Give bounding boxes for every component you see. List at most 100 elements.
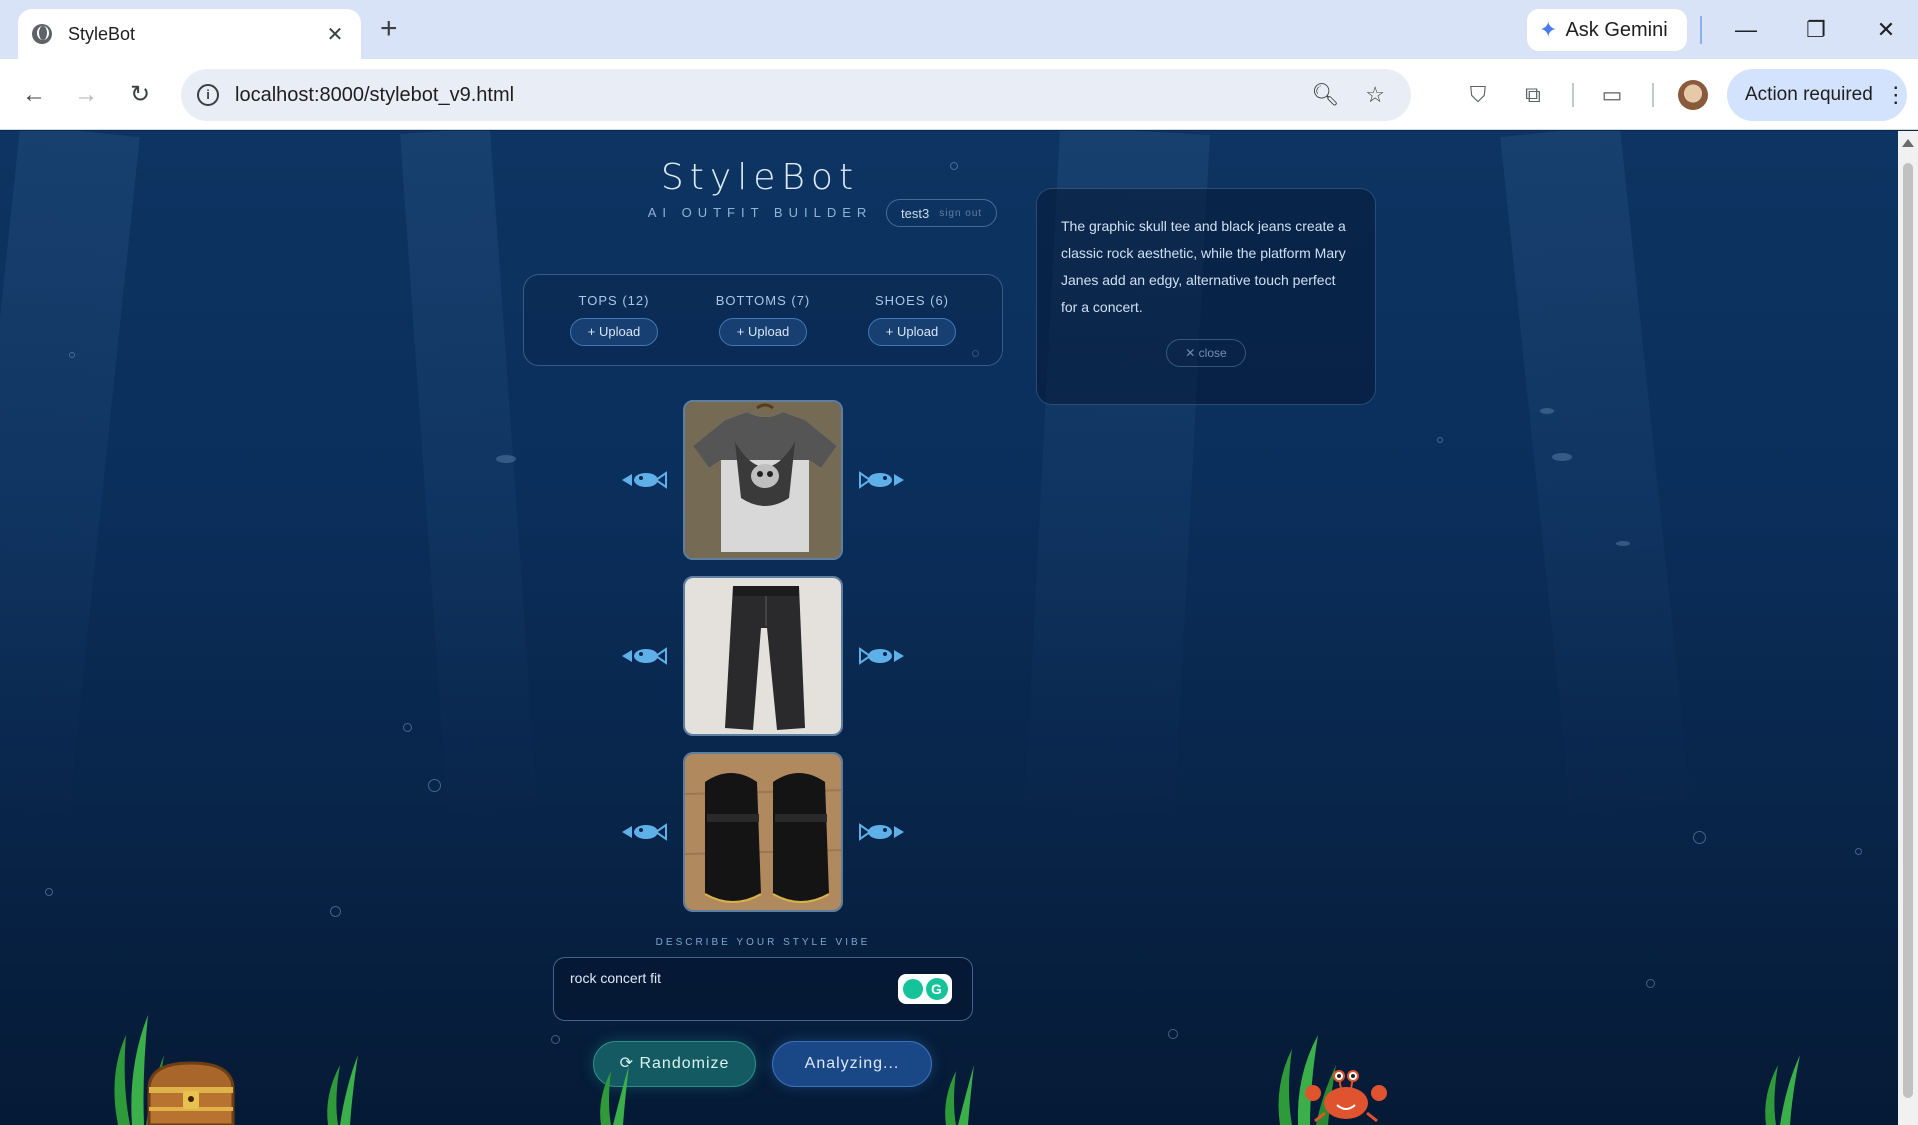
- user-pill: test3 sign out: [886, 199, 998, 227]
- page-scrollbar[interactable]: [1898, 131, 1918, 1125]
- bubble: [551, 1035, 560, 1044]
- category-shoes: SHOES (6) + Upload: [857, 293, 967, 346]
- minimize-icon[interactable]: —: [1726, 12, 1766, 48]
- graphic-tee-photo: [685, 402, 841, 558]
- address-bar[interactable]: i localhost:8000/stylebot_v9.html 🔍︎ ☆: [181, 69, 1411, 121]
- seaweed-decoration: [600, 1065, 629, 1125]
- reload-icon[interactable]: ↻: [124, 79, 156, 111]
- scroll-up-icon[interactable]: [1902, 139, 1914, 147]
- style-vibe-input[interactable]: rock concert fit G: [553, 957, 973, 1021]
- background-fish: [496, 455, 516, 463]
- upload-tops-button[interactable]: + Upload: [570, 318, 658, 346]
- category-label: TOPS (12): [578, 293, 650, 308]
- treasure-chest-decoration: [147, 1061, 235, 1125]
- action-required-button[interactable]: Action required ⋮: [1727, 69, 1907, 121]
- prev-bottom-button[interactable]: [622, 645, 668, 667]
- next-bottom-button[interactable]: [858, 645, 904, 667]
- browser-toolbar: ← → ↻ i localhost:8000/stylebot_v9.html …: [0, 59, 1918, 130]
- fish-right-arrow-icon: [859, 823, 904, 841]
- top-item-image[interactable]: [683, 400, 843, 560]
- bubble: [428, 779, 441, 792]
- gemini-sparkle-icon: ✦: [1539, 17, 1558, 42]
- bubble: [1646, 979, 1655, 988]
- extensions-puzzle-icon[interactable]: ⧉: [1517, 79, 1549, 111]
- scrollbar-thumb[interactable]: [1903, 163, 1913, 1098]
- next-shoes-button[interactable]: [858, 821, 904, 843]
- fish-right-arrow-icon: [859, 471, 904, 489]
- forward-icon[interactable]: →: [70, 79, 102, 111]
- tab-title: StyleBot: [68, 23, 136, 44]
- action-required-label: Action required: [1745, 84, 1873, 105]
- style-vibe-label: DESCRIBE YOUR STYLE VIBE: [655, 937, 871, 948]
- url-path: :8000/stylebot_v9.html: [313, 83, 515, 106]
- ask-gemini-button[interactable]: ✦ Ask Gemini: [1527, 9, 1687, 51]
- back-icon[interactable]: ←: [18, 79, 50, 111]
- cast-search-icon[interactable]: ▭: [1596, 79, 1628, 111]
- prev-top-button[interactable]: [622, 469, 668, 491]
- sign-out-link[interactable]: sign out: [939, 208, 982, 219]
- brand-header: StyleBot AI OUTFIT BUILDER: [640, 157, 880, 221]
- light-ray: [0, 131, 140, 834]
- bubble: [1168, 1029, 1178, 1039]
- more-menu-icon[interactable]: ⋮: [1885, 82, 1907, 108]
- background-fish: [1540, 408, 1554, 414]
- seaweed-decoration: [1765, 1055, 1800, 1125]
- category-panel: TOPS (12) + Upload BOTTOMS (7) + Upload …: [523, 274, 1003, 366]
- bubble: [403, 723, 412, 732]
- bookmark-star-icon[interactable]: ☆: [1365, 82, 1385, 108]
- upload-bottoms-button[interactable]: + Upload: [719, 318, 807, 346]
- close-window-icon[interactable]: ✕: [1866, 12, 1906, 48]
- restore-icon[interactable]: ❐: [1796, 12, 1836, 48]
- category-label: SHOES (6): [874, 293, 949, 308]
- tab-close-button[interactable]: ✕: [323, 22, 347, 47]
- username: test3: [901, 205, 930, 221]
- seaweed-decoration: [945, 1065, 974, 1125]
- fish-left-arrow-icon: [622, 823, 667, 841]
- bubble: [69, 352, 75, 358]
- toolbar-divider: [1652, 83, 1654, 107]
- black-jeans-photo: [685, 578, 841, 734]
- fish-left-arrow-icon: [622, 471, 667, 489]
- profile-avatar[interactable]: [1678, 80, 1708, 110]
- seaweed-decoration: [327, 1055, 358, 1125]
- category-tops: TOPS (12) + Upload: [559, 293, 669, 346]
- upload-shoes-button[interactable]: + Upload: [868, 318, 956, 346]
- url-text[interactable]: localhost:8000/stylebot_v9.html: [235, 84, 1311, 107]
- browser-tab[interactable]: StyleBot ✕: [18, 9, 361, 59]
- tabstrip-divider: [1700, 16, 1702, 44]
- light-ray: [400, 131, 539, 833]
- globe-icon: [32, 24, 52, 44]
- next-top-button[interactable]: [858, 469, 904, 491]
- category-bottoms: BOTTOMS (7) + Upload: [708, 293, 818, 346]
- url-host: localhost: [235, 83, 314, 106]
- bubble: [1437, 437, 1443, 443]
- app-subtitle: AI OUTFIT BUILDER: [647, 205, 873, 220]
- close-explanation-button[interactable]: ✕ close: [1166, 339, 1246, 367]
- shoes-item-image[interactable]: [683, 752, 843, 912]
- background-fish: [1552, 453, 1572, 461]
- background-fish: [1616, 541, 1630, 546]
- site-info-icon[interactable]: i: [197, 84, 219, 106]
- category-label: BOTTOMS (7): [715, 293, 811, 308]
- light-ray: [1500, 131, 1693, 834]
- ask-gemini-label: Ask Gemini: [1565, 18, 1668, 41]
- bubble: [950, 162, 958, 170]
- bottom-item-image[interactable]: [683, 576, 843, 736]
- new-tab-button[interactable]: +: [380, 14, 398, 44]
- bubble: [45, 888, 53, 896]
- shield-extension-icon[interactable]: ⛉: [1462, 79, 1494, 111]
- bubble: [330, 906, 341, 917]
- grammarly-bulb-icon: [902, 979, 923, 999]
- analyze-button[interactable]: Analyzing...: [772, 1041, 932, 1087]
- fish-right-arrow-icon: [859, 647, 904, 665]
- bubble: [1693, 831, 1706, 844]
- grammarly-widget[interactable]: G: [898, 974, 952, 1004]
- zoom-icon[interactable]: 🔍︎: [1311, 82, 1339, 108]
- mary-janes-photo: [685, 754, 841, 910]
- crab-decoration: [1305, 1070, 1387, 1123]
- browser-tabstrip: StyleBot ✕ + ✦ Ask Gemini — ❐ ✕: [0, 0, 1918, 59]
- prev-shoes-button[interactable]: [622, 821, 668, 843]
- bubble: [1855, 848, 1862, 855]
- explanation-text: The graphic skull tee and black jeans cr…: [1061, 218, 1346, 315]
- grammarly-g-icon: G: [925, 978, 948, 1000]
